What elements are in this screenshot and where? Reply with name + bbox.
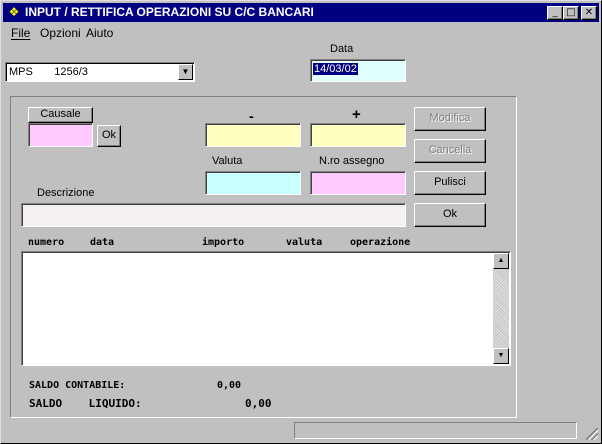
header-importo: importo — [202, 237, 245, 248]
scroll-down-icon[interactable]: ▼ — [493, 348, 509, 364]
causale-field[interactable] — [28, 123, 93, 147]
menu-file[interactable]: File — [11, 26, 30, 40]
date-label: Data — [330, 43, 354, 55]
vertical-scrollbar[interactable]: ▲ ▼ — [493, 253, 509, 364]
descrizione-label: Descrizione — [37, 187, 95, 199]
header-operazione: operazione — [350, 237, 411, 248]
saldo-contabile-value: 0,00 — [217, 380, 242, 391]
app-icon[interactable]: ❖ — [6, 5, 22, 20]
app-window: ❖ INPUT / RETTIFICA OPERAZIONI SU C/C BA… — [0, 0, 602, 444]
date-value: 14/03/02 — [313, 63, 358, 75]
causale-ok-button[interactable]: Ok — [97, 125, 121, 147]
amount-minus-field[interactable] — [205, 123, 301, 147]
minus-label: - — [249, 108, 254, 124]
resize-grip-icon[interactable] — [586, 428, 598, 440]
close-button[interactable]: ✕ — [581, 6, 597, 20]
menu-opzioni[interactable]: Opzioni — [40, 26, 81, 40]
saldo-liquido-value: 0,00 — [245, 397, 272, 410]
saldo-liquido-label: SALDO LIQUIDO: — [29, 397, 142, 410]
minimize-icon: _ — [552, 7, 558, 18]
header-data: data — [90, 237, 115, 248]
chevron-down-icon[interactable]: ▼ — [178, 64, 193, 80]
date-field[interactable]: 14/03/02 — [310, 59, 406, 82]
pulisci-button[interactable]: Pulisci — [414, 171, 486, 195]
scroll-up-icon[interactable]: ▲ — [493, 253, 509, 269]
maximize-icon: □ — [566, 7, 576, 18]
assegno-field[interactable] — [310, 171, 406, 195]
title-bar[interactable]: ❖ INPUT / RETTIFICA OPERAZIONI SU C/C BA… — [3, 3, 599, 22]
account-select[interactable]: MPS 1256/3 ▼ — [5, 62, 195, 82]
saldo-contabile-label: SALDO CONTABILE: — [29, 380, 126, 391]
menu-aiuto[interactable]: Aiuto — [86, 26, 113, 40]
close-icon: ✕ — [584, 7, 594, 18]
cancella-button[interactable]: Cancella — [414, 139, 486, 163]
plus-label: + — [352, 106, 361, 123]
causale-button[interactable]: Causale — [28, 107, 93, 123]
header-numero: numero — [28, 237, 65, 248]
assegno-label: N.ro assegno — [319, 155, 385, 167]
valuta-label: Valuta — [212, 155, 243, 167]
valuta-field[interactable] — [205, 171, 301, 195]
maximize-button[interactable]: □ — [563, 6, 579, 20]
minimize-button[interactable]: _ — [547, 6, 563, 20]
status-bar — [294, 422, 577, 439]
window-title: INPUT / RETTIFICA OPERAZIONI SU C/C BANC… — [25, 5, 314, 19]
ok-button[interactable]: Ok — [414, 203, 486, 227]
amount-plus-field[interactable] — [310, 123, 406, 147]
account-select-value: MPS 1256/3 — [9, 66, 88, 78]
menu-bar: File Opzioni Aiuto — [3, 24, 599, 42]
descrizione-field[interactable] — [21, 203, 406, 227]
header-valuta: valuta — [286, 237, 323, 248]
modifica-button[interactable]: Modifica — [414, 107, 486, 131]
operations-list[interactable]: ▲ ▼ — [21, 251, 511, 366]
